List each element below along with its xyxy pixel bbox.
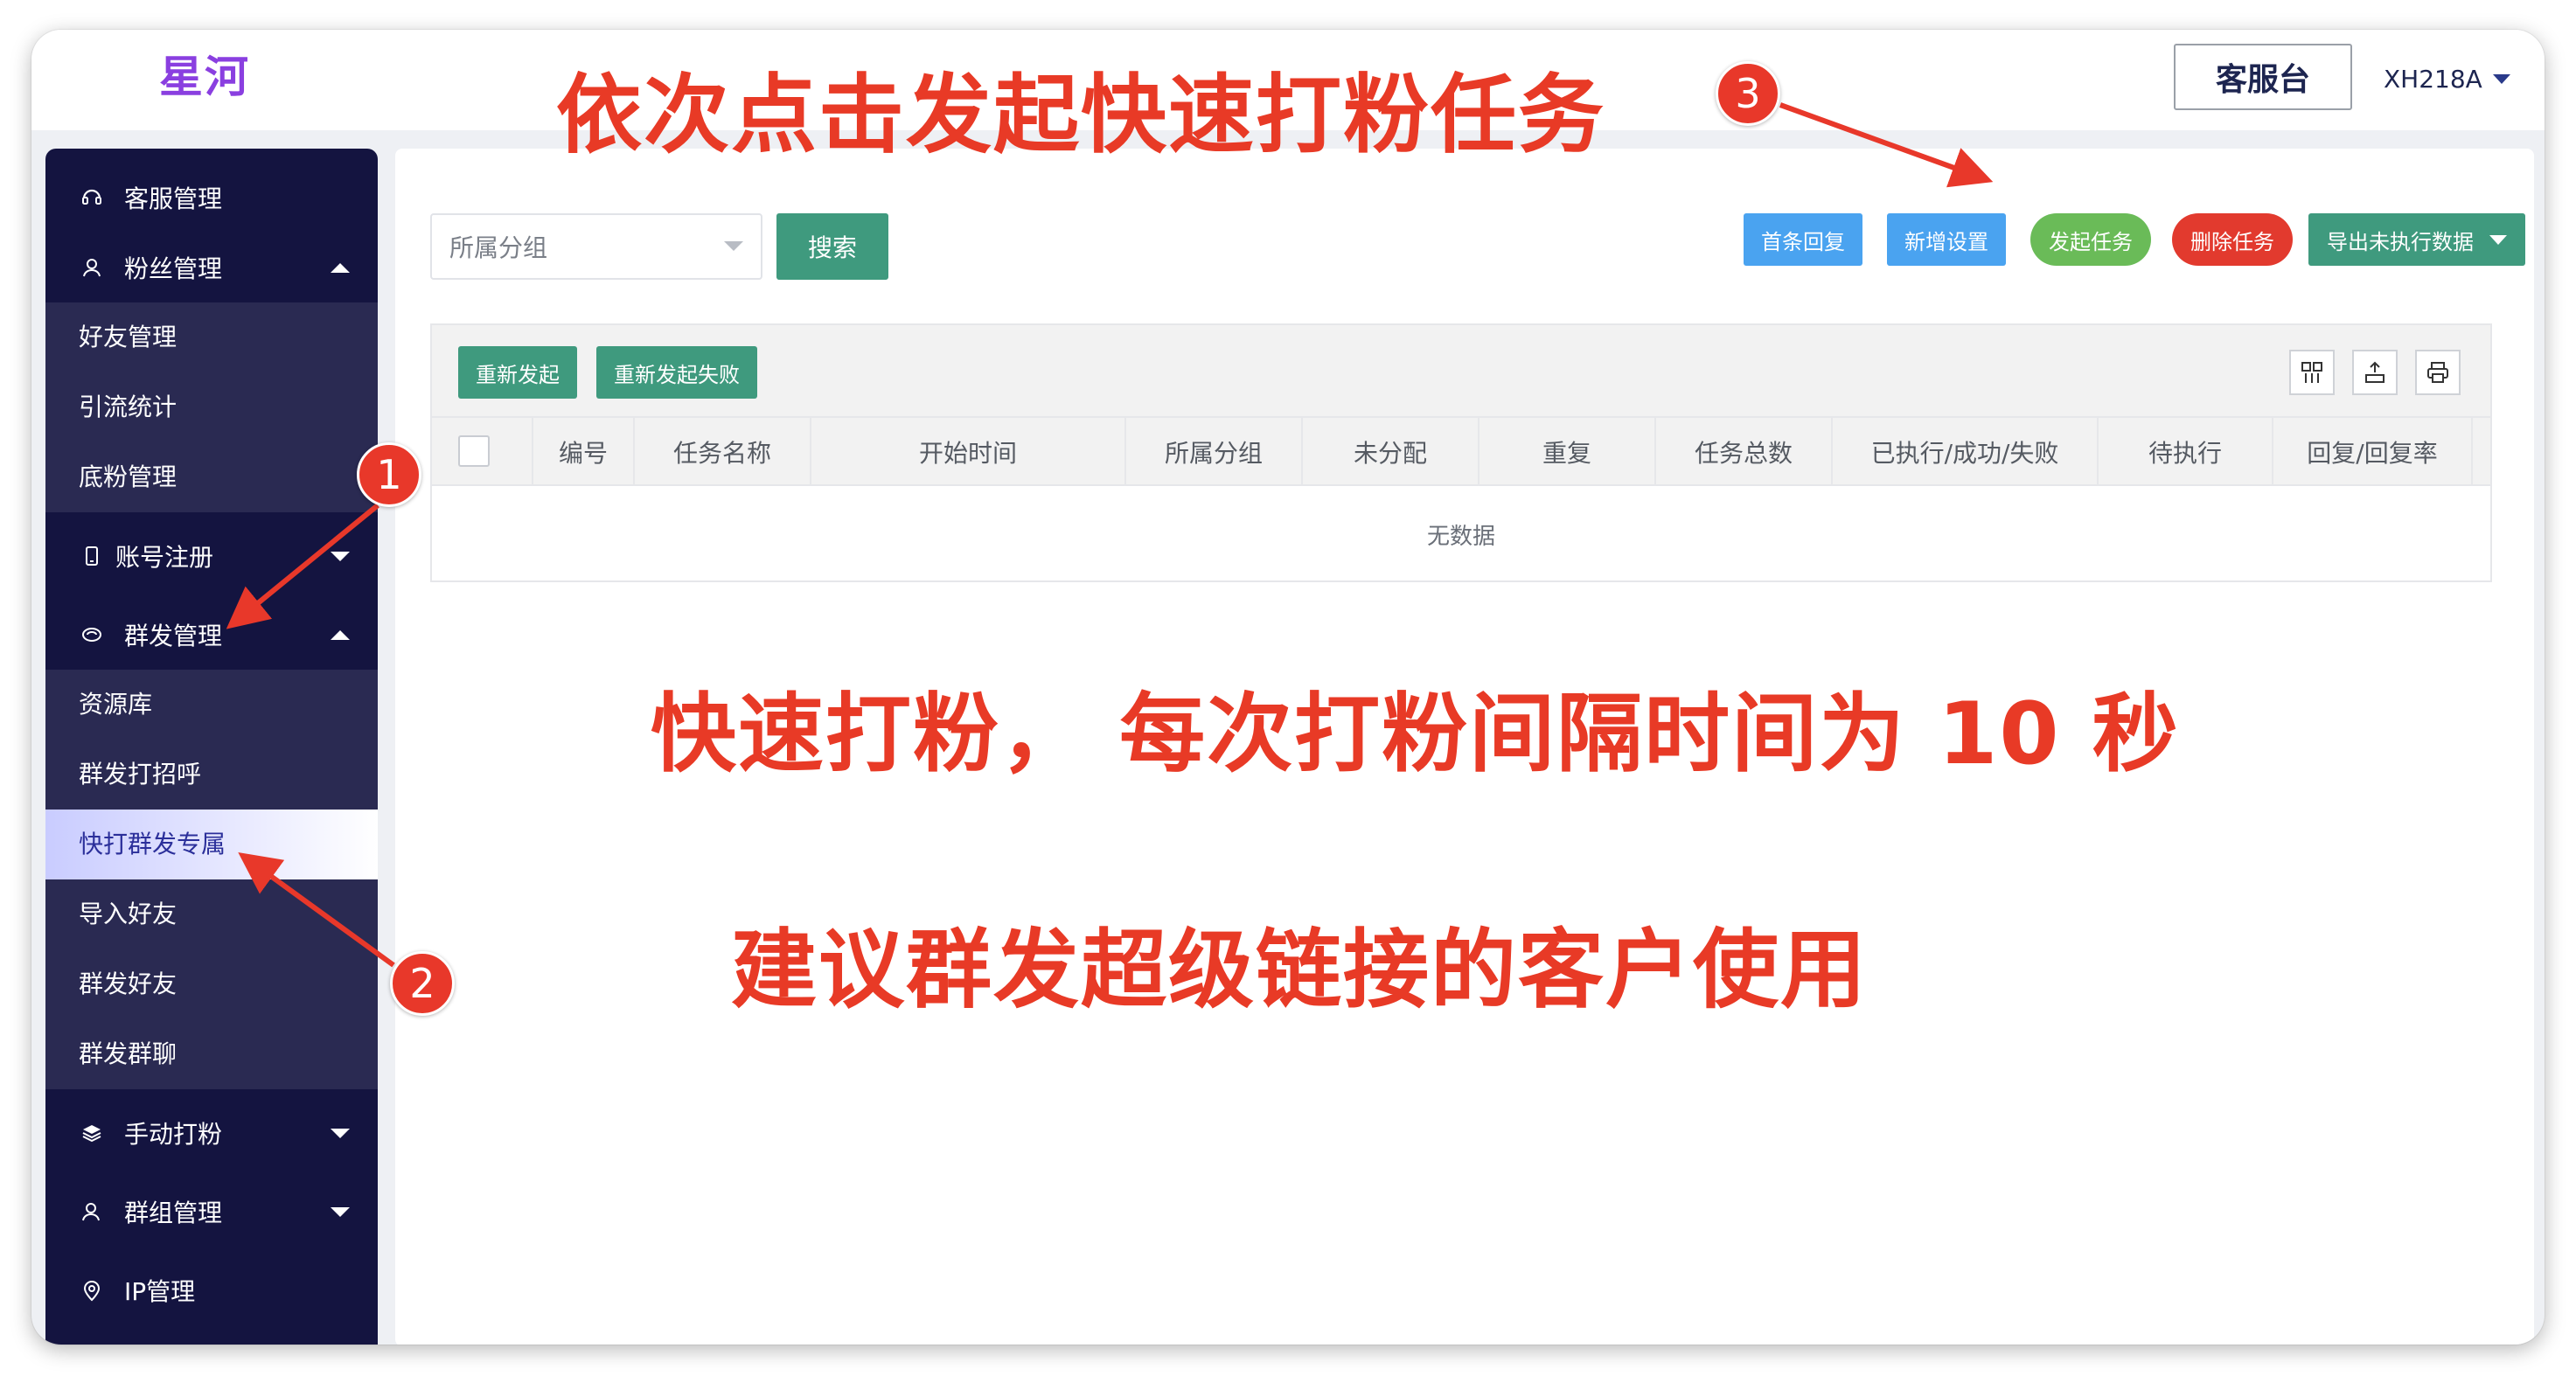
sidebar-item-label: 群发管理 xyxy=(124,622,223,650)
chevron-down-icon xyxy=(2492,73,2510,84)
sidebar-item-group-manage[interactable]: 群组管理 xyxy=(45,1177,378,1247)
chevron-down-icon xyxy=(331,551,350,561)
brand-logo[interactable]: 星河 xyxy=(159,47,250,107)
sidebar-item-friends[interactable]: 好友管理 xyxy=(45,302,378,372)
group-select[interactable]: 所属分组 xyxy=(430,213,762,280)
sidebar-item-base-fans[interactable]: 底粉管理 xyxy=(45,442,378,512)
sidebar-item-fans[interactable]: 粉丝管理 xyxy=(45,233,378,302)
chevron-down-icon xyxy=(331,1128,350,1138)
relaunch-button[interactable]: 重新发起 xyxy=(458,346,577,399)
table-toolbar: 重新发起 重新发起失败 xyxy=(432,325,2490,418)
launch-task-button[interactable]: 发起任务 xyxy=(2030,213,2151,266)
sidebar-item-label: 粉丝管理 xyxy=(124,254,223,283)
export-unexecuted-button[interactable]: 导出未执行数据 xyxy=(2308,213,2525,266)
sidebar-item-mass-greeting[interactable]: 群发打招呼 xyxy=(45,740,378,810)
chevron-down-icon xyxy=(2489,234,2507,245)
col-start-time[interactable]: 开始时间 xyxy=(811,418,1126,486)
annotation-bottom: 建议群发超级链接的客户使用 xyxy=(731,921,1869,1020)
sidebar-item-label: 手动打粉 xyxy=(124,1120,223,1149)
col-unassigned[interactable]: 未分配 xyxy=(1303,418,1479,486)
col-id[interactable]: 编号 xyxy=(533,418,635,486)
col-duplicate[interactable]: 重复 xyxy=(1479,418,1656,486)
user-icon xyxy=(79,254,105,281)
sidebar: 客服管理 粉丝管理 好友管理 引流统计 底粉管理 账号注册 群发管理 资源库 群… xyxy=(45,149,378,1345)
sidebar-item-resource-library[interactable]: 资源库 xyxy=(45,670,378,740)
sidebar-item-mass-friends[interactable]: 群发好友 xyxy=(45,949,378,1019)
search-button[interactable]: 搜索 xyxy=(776,213,888,280)
mass-send-submenu: 资源库 群发打招呼 快打群发专属 导入好友 群发好友 群发群聊 xyxy=(45,670,378,1089)
customer-service-button[interactable]: 客服台 xyxy=(2174,44,2352,110)
sidebar-item-quick-mass-send[interactable]: 快打群发专属 xyxy=(45,810,378,879)
screenshot-stage: 星河 客服台 XH218A 客服管理 粉丝管理 好友管理 引流统计 底粉管理 账… xyxy=(0,0,2576,1376)
col-reply-rate[interactable]: 回复/回复率 xyxy=(2273,418,2473,486)
col-pending[interactable]: 待执行 xyxy=(2099,418,2273,486)
new-setting-button[interactable]: 新增设置 xyxy=(1887,213,2006,266)
export-icon[interactable] xyxy=(2352,350,2398,395)
sidebar-item-account-register[interactable]: 账号注册 xyxy=(45,521,378,591)
empty-state: 无数据 xyxy=(1426,523,1495,550)
col-total[interactable]: 任务总数 xyxy=(1656,418,1833,486)
chevron-up-icon xyxy=(331,629,350,640)
sidebar-item-mass-send[interactable]: 群发管理 xyxy=(45,600,378,670)
sidebar-item-label: 客服管理 xyxy=(124,184,223,213)
sidebar-item-service[interactable]: 客服管理 xyxy=(45,163,378,233)
relaunch-failed-button[interactable]: 重新发起失败 xyxy=(596,346,757,399)
select-all-checkbox[interactable] xyxy=(458,435,490,467)
first-reply-button[interactable]: 首条回复 xyxy=(1744,213,1862,266)
sidebar-item-label: 群组管理 xyxy=(124,1199,223,1227)
table-header: 编号 任务名称 开始时间 所属分组 未分配 重复 任务总数 已执行/成功/失败 … xyxy=(432,418,2490,486)
annotation-top: 依次点击发起快速打粉任务 xyxy=(556,66,1606,165)
col-executed[interactable]: 已执行/成功/失败 xyxy=(1833,418,2099,486)
chat-icon xyxy=(79,622,105,648)
chevron-down-icon xyxy=(724,241,743,251)
delete-task-button[interactable]: 删除任务 xyxy=(2172,213,2293,266)
sidebar-item-manual-fans[interactable]: 手动打粉 xyxy=(45,1098,378,1168)
col-group[interactable]: 所属分组 xyxy=(1126,418,1303,486)
fans-submenu: 好友管理 引流统计 底粉管理 xyxy=(45,302,378,512)
group-icon xyxy=(79,1199,105,1225)
select-all-cell xyxy=(432,418,533,486)
user-name: XH218A xyxy=(2384,64,2482,94)
sidebar-item-import-friends[interactable]: 导入好友 xyxy=(45,879,378,949)
group-select-placeholder: 所属分组 xyxy=(449,233,548,262)
sidebar-item-traffic-stats[interactable]: 引流统计 xyxy=(45,372,378,442)
phone-icon xyxy=(79,543,105,569)
print-icon[interactable] xyxy=(2415,350,2461,395)
sidebar-item-ip-manage[interactable]: IP管理 xyxy=(45,1255,378,1325)
annotation-middle: 快速打粉， 每次打粉间隔时间为 10 秒 xyxy=(651,685,2180,784)
column-filter-icon[interactable] xyxy=(2289,350,2335,395)
sidebar-item-label: IP管理 xyxy=(124,1277,196,1306)
col-task-name[interactable]: 任务名称 xyxy=(635,418,811,486)
sidebar-item-mass-group-chat[interactable]: 群发群聊 xyxy=(45,1019,378,1089)
user-menu[interactable]: XH218A xyxy=(2384,54,2510,103)
location-pin-icon xyxy=(79,1277,105,1303)
step-badge-1: 1 xyxy=(357,442,421,507)
export-label: 导出未执行数据 xyxy=(2327,229,2474,254)
chevron-up-icon xyxy=(331,262,350,273)
sidebar-item-label: 账号注册 xyxy=(115,543,214,572)
layers-icon xyxy=(79,1120,105,1146)
chevron-down-icon xyxy=(331,1206,350,1217)
step-badge-2: 2 xyxy=(390,951,455,1016)
headset-icon xyxy=(79,184,105,211)
step-badge-3: 3 xyxy=(1716,61,1780,126)
task-table: 重新发起 重新发起失败 编号 任务名称 开始时间 所属分组 未分配 重复 任务总… xyxy=(430,323,2492,582)
